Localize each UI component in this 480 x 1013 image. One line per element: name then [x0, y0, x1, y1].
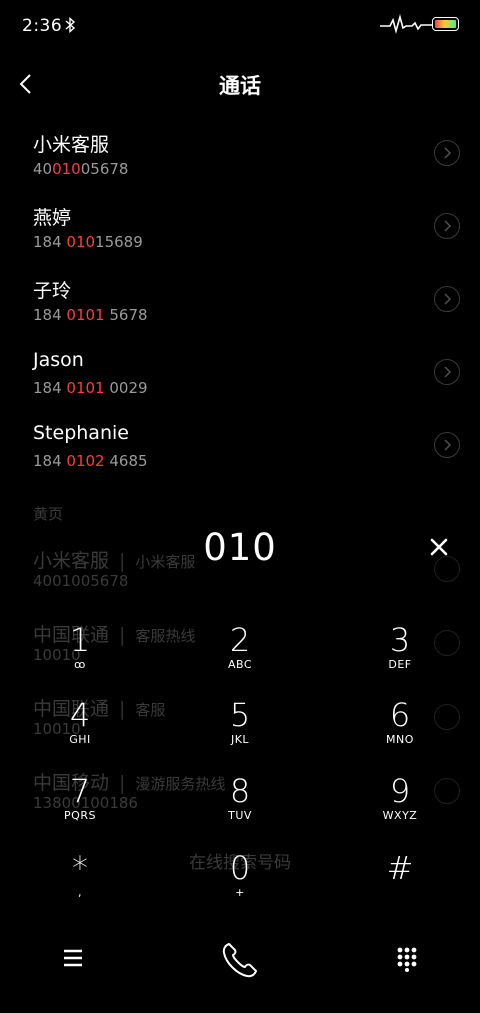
- contact-results-list: 小米客服 4001005678 燕婷 184 01015689 子玲 184 0…: [0, 118, 480, 483]
- chevron-right-icon: [444, 366, 451, 378]
- contact-detail-button[interactable]: [434, 286, 460, 312]
- dial-key-2[interactable]: 2 ABC: [180, 622, 300, 686]
- header: 通话: [0, 52, 480, 116]
- dial-key-5[interactable]: 5 JKL: [180, 697, 300, 761]
- dial-key-7[interactable]: 7 PQRS: [20, 773, 140, 837]
- contact-item[interactable]: Stephanie 184 0102 4685: [0, 410, 480, 483]
- status-time: 2:36: [22, 16, 63, 36]
- contact-detail-button[interactable]: [434, 432, 460, 458]
- dial-key-8[interactable]: 8 TUV: [180, 773, 300, 837]
- dial-key-hash[interactable]: #: [340, 850, 460, 914]
- contact-name: 小米客服: [33, 134, 110, 156]
- dial-key-3[interactable]: 3 DEF: [340, 622, 460, 686]
- dial-key-star[interactable]: *,: [20, 850, 140, 914]
- chevron-right-icon: [444, 293, 451, 305]
- dial-key-0[interactable]: 0 +: [180, 850, 300, 914]
- dialed-number-display: 010: [203, 526, 277, 569]
- clear-input-icon[interactable]: [428, 536, 450, 558]
- contact-item[interactable]: Jason 184 0101 0029: [0, 337, 480, 410]
- contact-number: 4001005678: [33, 160, 129, 178]
- contact-name: 子玲: [33, 280, 72, 302]
- contact-name: 燕婷: [33, 207, 72, 229]
- phone-call-icon[interactable]: [218, 938, 262, 982]
- chevron-right-icon: [444, 147, 451, 159]
- contact-number: 184 0101 0029: [33, 379, 148, 397]
- yellow-pages-section-label: 黄页: [33, 505, 64, 523]
- contact-item[interactable]: 子玲 184 0101 5678: [0, 264, 480, 337]
- menu-icon[interactable]: [62, 947, 84, 969]
- contact-detail-button[interactable]: [434, 140, 460, 166]
- dial-key-1[interactable]: 1ꝏ: [20, 622, 140, 686]
- dialpad-icon[interactable]: [396, 946, 418, 972]
- dial-key-6[interactable]: 6 MNO: [340, 697, 460, 761]
- contact-detail-button[interactable]: [434, 359, 460, 385]
- dial-key-9[interactable]: 9 WXYZ: [340, 773, 460, 837]
- contact-name: Stephanie: [33, 422, 129, 444]
- contact-number: 184 01015689: [33, 233, 143, 251]
- contact-number: 184 0101 5678: [33, 306, 148, 324]
- yellow-page-number: 4001005678: [33, 572, 129, 590]
- contact-item[interactable]: 小米客服 4001005678: [0, 118, 480, 191]
- contact-number: 184 0102 4685: [33, 452, 148, 470]
- chevron-right-icon: [444, 220, 451, 232]
- heart-rate-icon: [380, 14, 432, 34]
- dial-key-4[interactable]: 4 GHI: [20, 697, 140, 761]
- bluetooth-icon: [65, 17, 76, 33]
- bottom-action-bar: [0, 930, 480, 990]
- page-title: 通话: [219, 74, 261, 98]
- status-bar: 2:36: [0, 0, 480, 52]
- contact-name: Jason: [33, 349, 84, 371]
- chevron-right-icon: [444, 439, 451, 451]
- contact-item[interactable]: 燕婷 184 01015689: [0, 191, 480, 264]
- contact-detail-button[interactable]: [434, 213, 460, 239]
- battery-icon: [432, 17, 459, 31]
